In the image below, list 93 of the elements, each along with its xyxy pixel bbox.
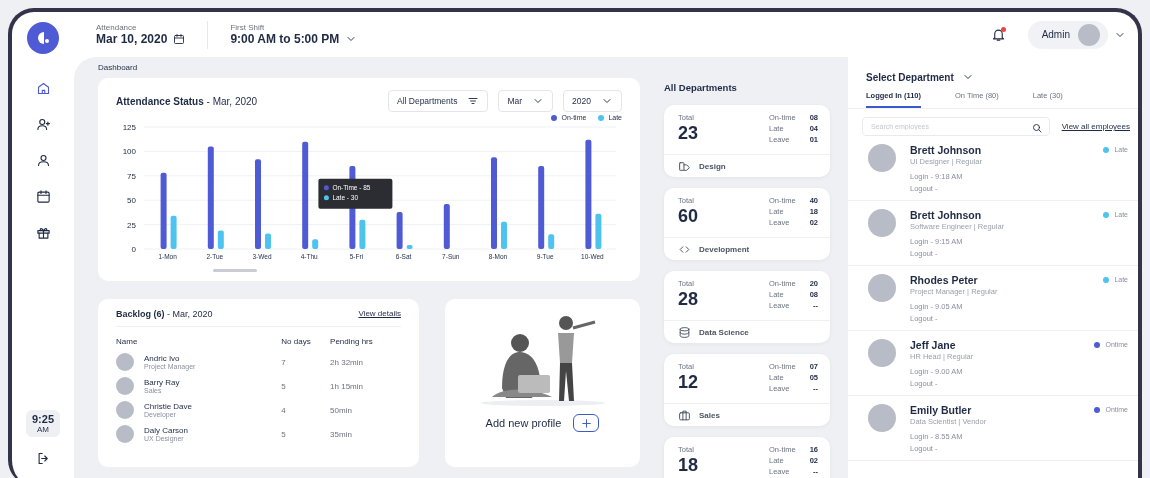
employee-name: Brett Johnson bbox=[910, 144, 983, 156]
table-cell: 5 bbox=[281, 374, 331, 398]
bar bbox=[548, 234, 555, 249]
avatar bbox=[868, 339, 896, 367]
total-value: 28 bbox=[678, 289, 699, 310]
clock-time: 9:25 bbox=[32, 413, 54, 425]
table-cell: 5 bbox=[281, 422, 331, 446]
avatar bbox=[116, 377, 134, 395]
column-header: No days bbox=[281, 333, 331, 350]
bar bbox=[406, 245, 413, 249]
y-axis-label: 125 bbox=[122, 123, 136, 132]
home-icon bbox=[35, 80, 51, 96]
y-axis-label: 50 bbox=[127, 196, 136, 206]
plus-icon bbox=[579, 416, 593, 430]
bar bbox=[170, 215, 177, 249]
bar bbox=[396, 211, 403, 249]
bar bbox=[312, 239, 319, 249]
app-logo[interactable] bbox=[27, 22, 59, 54]
bell-icon bbox=[990, 27, 1006, 42]
department-filter[interactable]: All Departments bbox=[387, 90, 489, 112]
y-axis-label: 0 bbox=[131, 245, 136, 254]
dropdown[interactable]: 2020 bbox=[563, 90, 622, 112]
department-select[interactable]: Select Department bbox=[866, 71, 954, 83]
view-all-employees-link[interactable]: View all employees bbox=[1061, 122, 1130, 131]
bar bbox=[265, 233, 271, 249]
backlog-title: Backlog (6) - Mar, 2020 bbox=[116, 309, 213, 319]
table-cell-text: 35min bbox=[330, 428, 353, 441]
person-name: Daly Carson bbox=[144, 426, 188, 435]
avatar bbox=[116, 425, 134, 443]
bar bbox=[443, 204, 450, 249]
layout-icon bbox=[678, 160, 691, 173]
table-cell-text: 2h 32min bbox=[330, 356, 364, 369]
add-profile-label: Add new profile bbox=[485, 417, 562, 429]
logout-icon bbox=[35, 451, 51, 466]
shift-value: 9:00 AM to 5:00 PM bbox=[230, 32, 340, 46]
database-icon bbox=[678, 326, 691, 339]
add-profile-button[interactable] bbox=[573, 414, 600, 432]
avatar bbox=[868, 209, 896, 237]
scroll-thumb[interactable] bbox=[213, 269, 257, 272]
department-name: Data Science bbox=[699, 328, 749, 337]
date-label: Attendance bbox=[96, 23, 138, 32]
briefcase-icon bbox=[678, 409, 691, 422]
calendar-icon bbox=[173, 33, 186, 45]
y-axis-label: 75 bbox=[127, 171, 136, 181]
avatar bbox=[868, 404, 896, 432]
column-header: Name bbox=[116, 333, 282, 350]
total-value: 60 bbox=[678, 206, 699, 227]
calendar-icon bbox=[35, 188, 51, 204]
avatar bbox=[116, 353, 134, 371]
table-cell: 4 bbox=[281, 398, 331, 422]
y-axis-label: 100 bbox=[122, 147, 136, 157]
avatar bbox=[868, 144, 896, 172]
clock-period: AM bbox=[37, 425, 49, 434]
column-header: Pending hrs bbox=[330, 336, 374, 348]
filter-icon bbox=[467, 95, 480, 107]
employee-name: Rhodes Peter bbox=[910, 274, 979, 286]
logout-button[interactable] bbox=[35, 451, 51, 466]
table-cell-text: 1h 15min bbox=[330, 380, 364, 393]
department-name: Development bbox=[699, 245, 750, 254]
employee-name: Emily Butler bbox=[910, 404, 973, 416]
search-icon bbox=[1030, 122, 1043, 134]
department-name: Sales bbox=[699, 411, 720, 420]
notification-button[interactable] bbox=[990, 27, 1006, 42]
employee-name: Brett Johnson bbox=[910, 209, 983, 221]
department-name: Design bbox=[699, 162, 726, 171]
chart-title: Attendance Status - Mar, 2020 bbox=[116, 95, 258, 107]
person-name: Christie Dave bbox=[144, 402, 192, 411]
bar bbox=[595, 213, 602, 249]
table-cell-text: 50min bbox=[330, 404, 353, 417]
user-menu-button[interactable]: Admin bbox=[1027, 20, 1108, 49]
total-value: 18 bbox=[678, 455, 699, 476]
employee-name: Jeff Jane bbox=[910, 339, 957, 351]
bar bbox=[217, 230, 224, 249]
shift-label: First Shift bbox=[230, 23, 266, 32]
avatar bbox=[116, 401, 134, 419]
y-axis-label: 25 bbox=[127, 220, 136, 230]
total-value: 23 bbox=[678, 123, 699, 144]
code-icon bbox=[678, 243, 691, 256]
date-value: Mar 10, 2020 bbox=[96, 32, 168, 46]
departments-title: All Departments bbox=[664, 82, 738, 93]
person-name: Barry Ray bbox=[144, 378, 180, 387]
table-cell: 7 bbox=[281, 350, 331, 374]
add-user-icon bbox=[35, 116, 51, 132]
bar bbox=[501, 221, 507, 249]
breadcrumb: Dashboard bbox=[98, 63, 139, 72]
person-name: Andric Ivo bbox=[144, 354, 181, 363]
view-details-link[interactable]: View details bbox=[358, 309, 401, 319]
dropdown[interactable]: Mar bbox=[498, 90, 554, 112]
avatar bbox=[868, 274, 896, 302]
user-icon bbox=[35, 152, 51, 168]
bar bbox=[359, 219, 366, 249]
total-value: 12 bbox=[678, 372, 699, 393]
avatar bbox=[1078, 23, 1100, 46]
